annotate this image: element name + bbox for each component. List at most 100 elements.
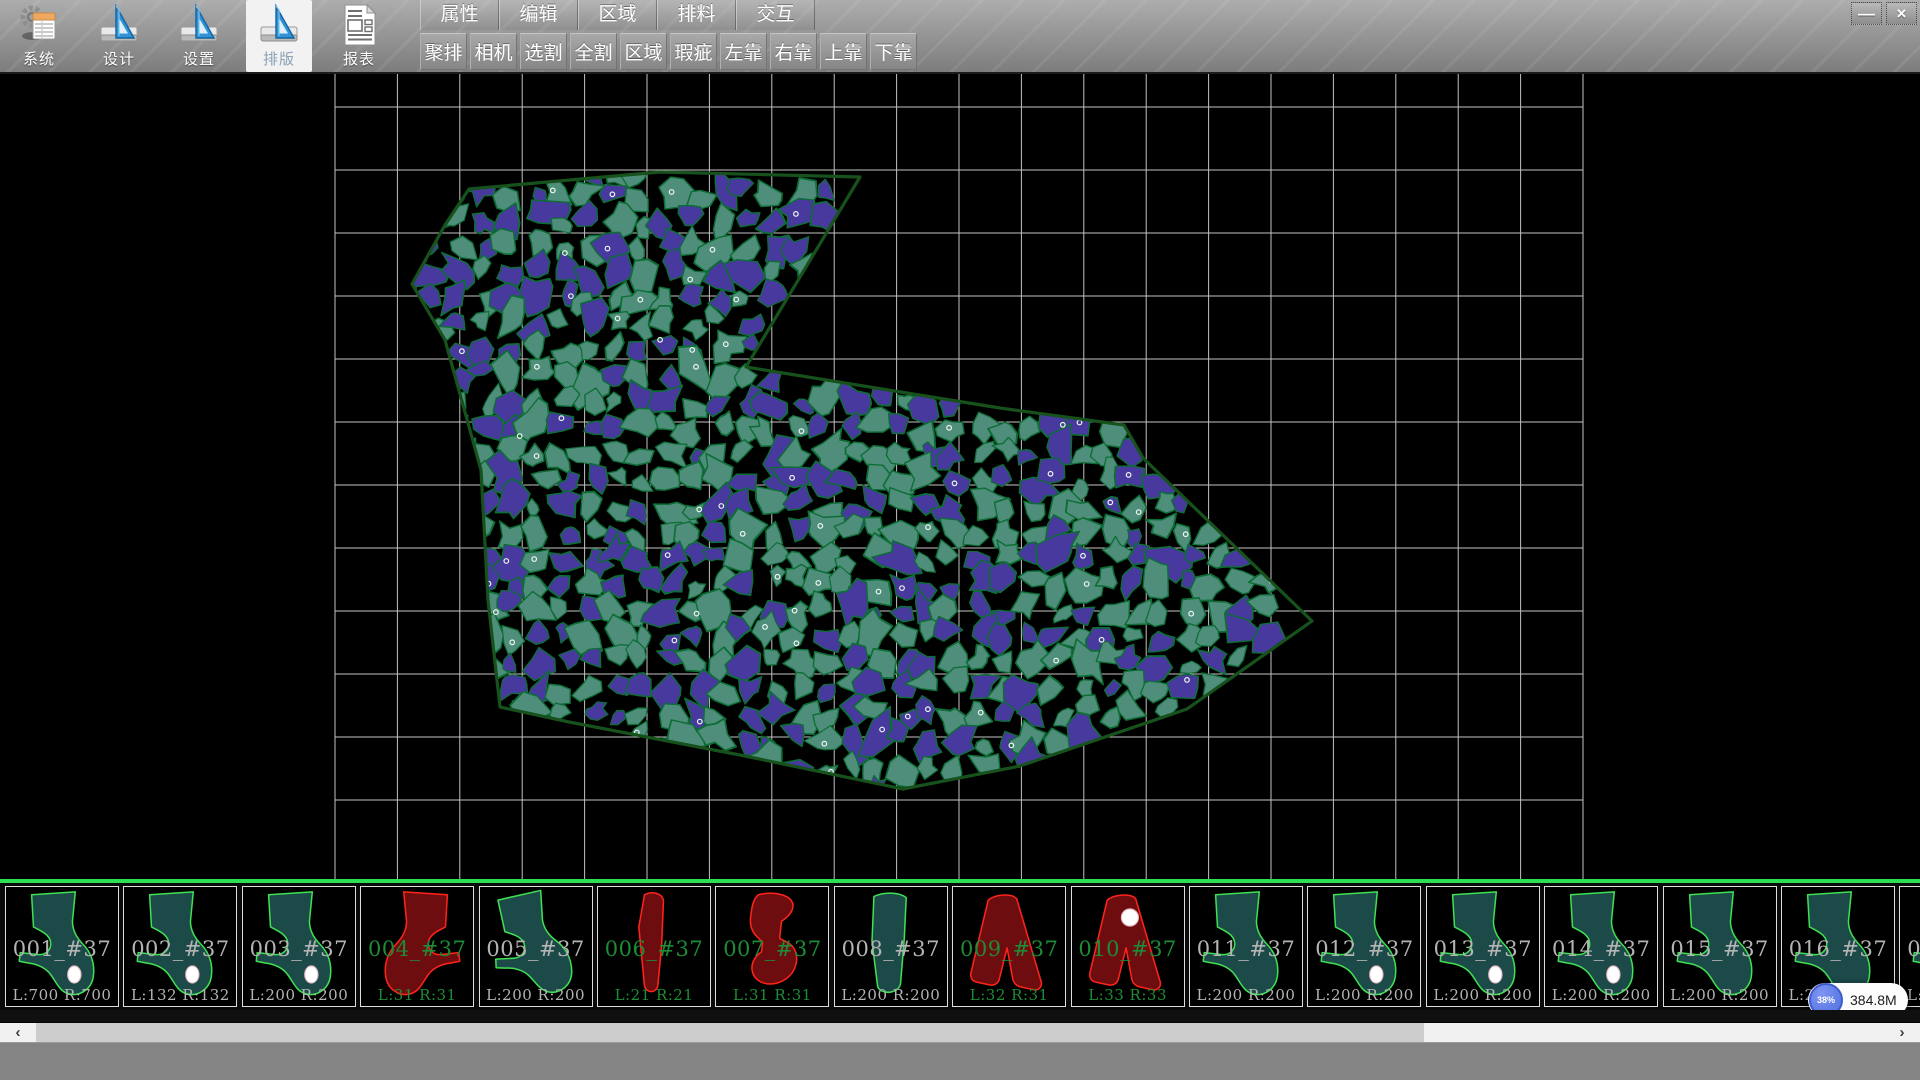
nav-button-4[interactable]: 排版 bbox=[246, 0, 312, 72]
nav-button-label: 设置 bbox=[183, 48, 215, 69]
tool-button-6[interactable]: 瑕疵 bbox=[670, 33, 717, 70]
nav-button-label: 设计 bbox=[103, 48, 135, 69]
set-square-icon bbox=[98, 3, 140, 47]
nav-button-3[interactable]: 设置 bbox=[166, 0, 232, 72]
piece-thumbnail-name: 013_#37 bbox=[1427, 937, 1539, 961]
piece-thumbnail[interactable]: 011_#37 L:200 R:200 bbox=[1189, 886, 1303, 1007]
piece-thumbnail-counts: L:200 R:200 bbox=[1190, 986, 1302, 1004]
menu-tab-5[interactable]: 交互 bbox=[736, 0, 815, 30]
piece-thumbnail[interactable]: 004_#37 L:31 R:31 bbox=[360, 886, 474, 1007]
memory-badge: 38% 384.8M bbox=[1808, 983, 1908, 1010]
piece-thumbnail-counts: L:200 R:200 bbox=[1545, 986, 1657, 1004]
piece-thumbnail-name: 007_#37 bbox=[716, 937, 828, 961]
scroll-right-button[interactable]: › bbox=[1884, 1023, 1920, 1042]
tool-button-5[interactable]: 区域 bbox=[620, 33, 667, 70]
set-square-icon bbox=[178, 3, 220, 47]
report-icon bbox=[338, 3, 380, 47]
horizontal-scrollbar[interactable]: ‹ › bbox=[0, 1022, 1920, 1042]
piece-thumbnail-counts: L:200 R:200 bbox=[1308, 986, 1420, 1004]
menu-tab-4[interactable]: 排料 bbox=[657, 0, 736, 30]
minimize-button[interactable]: — bbox=[1851, 2, 1882, 25]
piece-thumbnail-counts: L:31 R:31 bbox=[361, 986, 473, 1004]
piece-thumbnail-name: 004_#37 bbox=[361, 937, 473, 961]
tool-button-2[interactable]: 相机 bbox=[470, 33, 517, 70]
window-controls: — × bbox=[1851, 2, 1917, 25]
piece-thumbnail[interactable]: 012_#37 L:200 R:200 bbox=[1307, 886, 1421, 1007]
piece-thumbnail-name: 008_#37 bbox=[835, 937, 947, 961]
tool-button-10[interactable]: 下靠 bbox=[870, 33, 917, 70]
piece-thumbnail-counts: L:132 R:132 bbox=[124, 986, 236, 1004]
piece-thumbnail-counts: L:32 R:31 bbox=[953, 986, 1065, 1004]
scrollbar-thumb[interactable] bbox=[36, 1023, 1424, 1042]
nav-button-label: 系统 bbox=[23, 48, 55, 69]
toolbar: 系统设计设置排版报表 属性编辑区域排料交互 聚排相机选割全割区域瑕疵左靠右靠上靠… bbox=[0, 0, 1920, 74]
nav-button-5[interactable]: 报表 bbox=[326, 0, 392, 72]
nesting-canvas[interactable] bbox=[0, 74, 1920, 879]
nesting-layout-svg bbox=[0, 74, 1920, 879]
piece-thumbnail[interactable]: 005_#37 L:200 R:200 bbox=[479, 886, 593, 1007]
piece-thumbnail-name: 002_#37 bbox=[124, 937, 236, 961]
menu-area: 属性编辑区域排料交互 聚排相机选割全割区域瑕疵左靠右靠上靠下靠 bbox=[420, 0, 920, 71]
nav-button-label: 排版 bbox=[263, 48, 295, 69]
main-nav-buttons: 系统 设计 设置 排版 报表 bbox=[6, 0, 392, 72]
scrollbar-track[interactable] bbox=[36, 1023, 1884, 1042]
piece-thumbnail-counts: L:200 R:200 bbox=[1427, 986, 1539, 1004]
piece-thumbnail[interactable]: 010_#37L:33 R:33 bbox=[1071, 886, 1185, 1007]
piece-thumbnail[interactable]: 002_#37 L:132 R:132 bbox=[123, 886, 237, 1007]
piece-thumbnail[interactable]: 015_#37 L:200 R:200 bbox=[1663, 886, 1777, 1007]
piece-thumbnail-counts: L:200 R:200 bbox=[835, 986, 947, 1004]
piece-thumbnail-counts: L:21 R:21 bbox=[598, 986, 710, 1004]
tool-button-1[interactable]: 聚排 bbox=[420, 33, 467, 70]
menu-tab-1[interactable]: 属性 bbox=[420, 0, 499, 30]
scroll-left-button[interactable]: ‹ bbox=[0, 1023, 36, 1042]
app-window: 系统设计设置排版报表 属性编辑区域排料交互 聚排相机选割全割区域瑕疵左靠右靠上靠… bbox=[0, 0, 1920, 1080]
piece-thumbnail[interactable]: 009_#37 L:32 R:31 bbox=[952, 886, 1066, 1007]
piece-thumbnail-counts: L:33 R:33 bbox=[1072, 986, 1184, 1004]
piece-thumbnail-name: 012_#37 bbox=[1308, 937, 1420, 961]
piece-thumbnail-name: 001_#37 bbox=[6, 937, 118, 961]
piece-thumbnail-name: 005_#37 bbox=[480, 937, 592, 961]
tool-button-3[interactable]: 选割 bbox=[520, 33, 567, 70]
piece-thumbnail-name: 015_#37 bbox=[1664, 937, 1776, 961]
tool-button-8[interactable]: 右靠 bbox=[770, 33, 817, 70]
piece-thumbnail-counts: L:700 R:700 bbox=[6, 986, 118, 1004]
piece-thumbnail[interactable]: 003_#37 L:200 R:200 bbox=[242, 886, 356, 1007]
memory-percent-label: 38% bbox=[1817, 995, 1835, 1005]
piece-thumbnail-counts: L:200 R:200 bbox=[1664, 986, 1776, 1004]
status-bar bbox=[0, 1042, 1920, 1080]
piece-thumbnail-name: 016_#37 bbox=[1782, 937, 1894, 961]
gear-table-icon bbox=[18, 3, 60, 47]
piece-thumbnail[interactable]: 013_#37 L:200 R:200 bbox=[1426, 886, 1540, 1007]
piece-thumbnail[interactable]: 001_#37 L:700 R:700 bbox=[5, 886, 119, 1007]
piece-thumbnail-name: 011_#37 bbox=[1190, 937, 1302, 961]
piece-thumbnail-counts: L:200 R:200 bbox=[243, 986, 355, 1004]
memory-percent-indicator: 38% bbox=[1809, 983, 1843, 1010]
piece-thumbnail[interactable]: 006_#37 L:21 R:21 bbox=[597, 886, 711, 1007]
menu-tab-2[interactable]: 编辑 bbox=[499, 0, 578, 30]
nav-button-label: 报表 bbox=[343, 48, 375, 69]
set-square-icon bbox=[258, 3, 300, 47]
menu-tabs: 属性编辑区域排料交互 bbox=[420, 0, 920, 30]
pieces-strip: 001_#37 L:700 R:700 002_#37 L:132 R:132 003_… bbox=[0, 879, 1920, 1010]
piece-thumbnail-name: 017_#37 bbox=[1900, 937, 1920, 961]
piece-thumbnail-name: 003_#37 bbox=[243, 937, 355, 961]
piece-thumbnail-name: 009_#37 bbox=[953, 937, 1065, 961]
tool-buttons-row: 聚排相机选割全割区域瑕疵左靠右靠上靠下靠 bbox=[420, 31, 920, 71]
nested-pieces bbox=[371, 147, 1289, 811]
piece-thumbnail[interactable]: 007_#37 L:31 R:31 bbox=[715, 886, 829, 1007]
close-button[interactable]: × bbox=[1886, 2, 1917, 25]
memory-usage-label: 384.8M bbox=[1850, 992, 1897, 1008]
tool-button-4[interactable]: 全割 bbox=[570, 33, 617, 70]
piece-thumbnail-counts: L:200 R:200 bbox=[480, 986, 592, 1004]
menu-tab-3[interactable]: 区域 bbox=[578, 0, 657, 30]
piece-thumbnail-counts: L:31 R:31 bbox=[716, 986, 828, 1004]
piece-thumbnail[interactable]: 008_#37 L:200 R:200 bbox=[834, 886, 948, 1007]
strip-scrollbar-gap bbox=[0, 1010, 1920, 1022]
piece-thumbnail[interactable]: 014_#37 L:200 R:200 bbox=[1544, 886, 1658, 1007]
tool-button-7[interactable]: 左靠 bbox=[720, 33, 767, 70]
nav-button-1[interactable]: 系统 bbox=[6, 0, 72, 72]
nav-button-2[interactable]: 设计 bbox=[86, 0, 152, 72]
tool-button-9[interactable]: 上靠 bbox=[820, 33, 867, 70]
piece-thumbnail-name: 006_#37 bbox=[598, 937, 710, 961]
piece-thumbnail-name: 014_#37 bbox=[1545, 937, 1657, 961]
